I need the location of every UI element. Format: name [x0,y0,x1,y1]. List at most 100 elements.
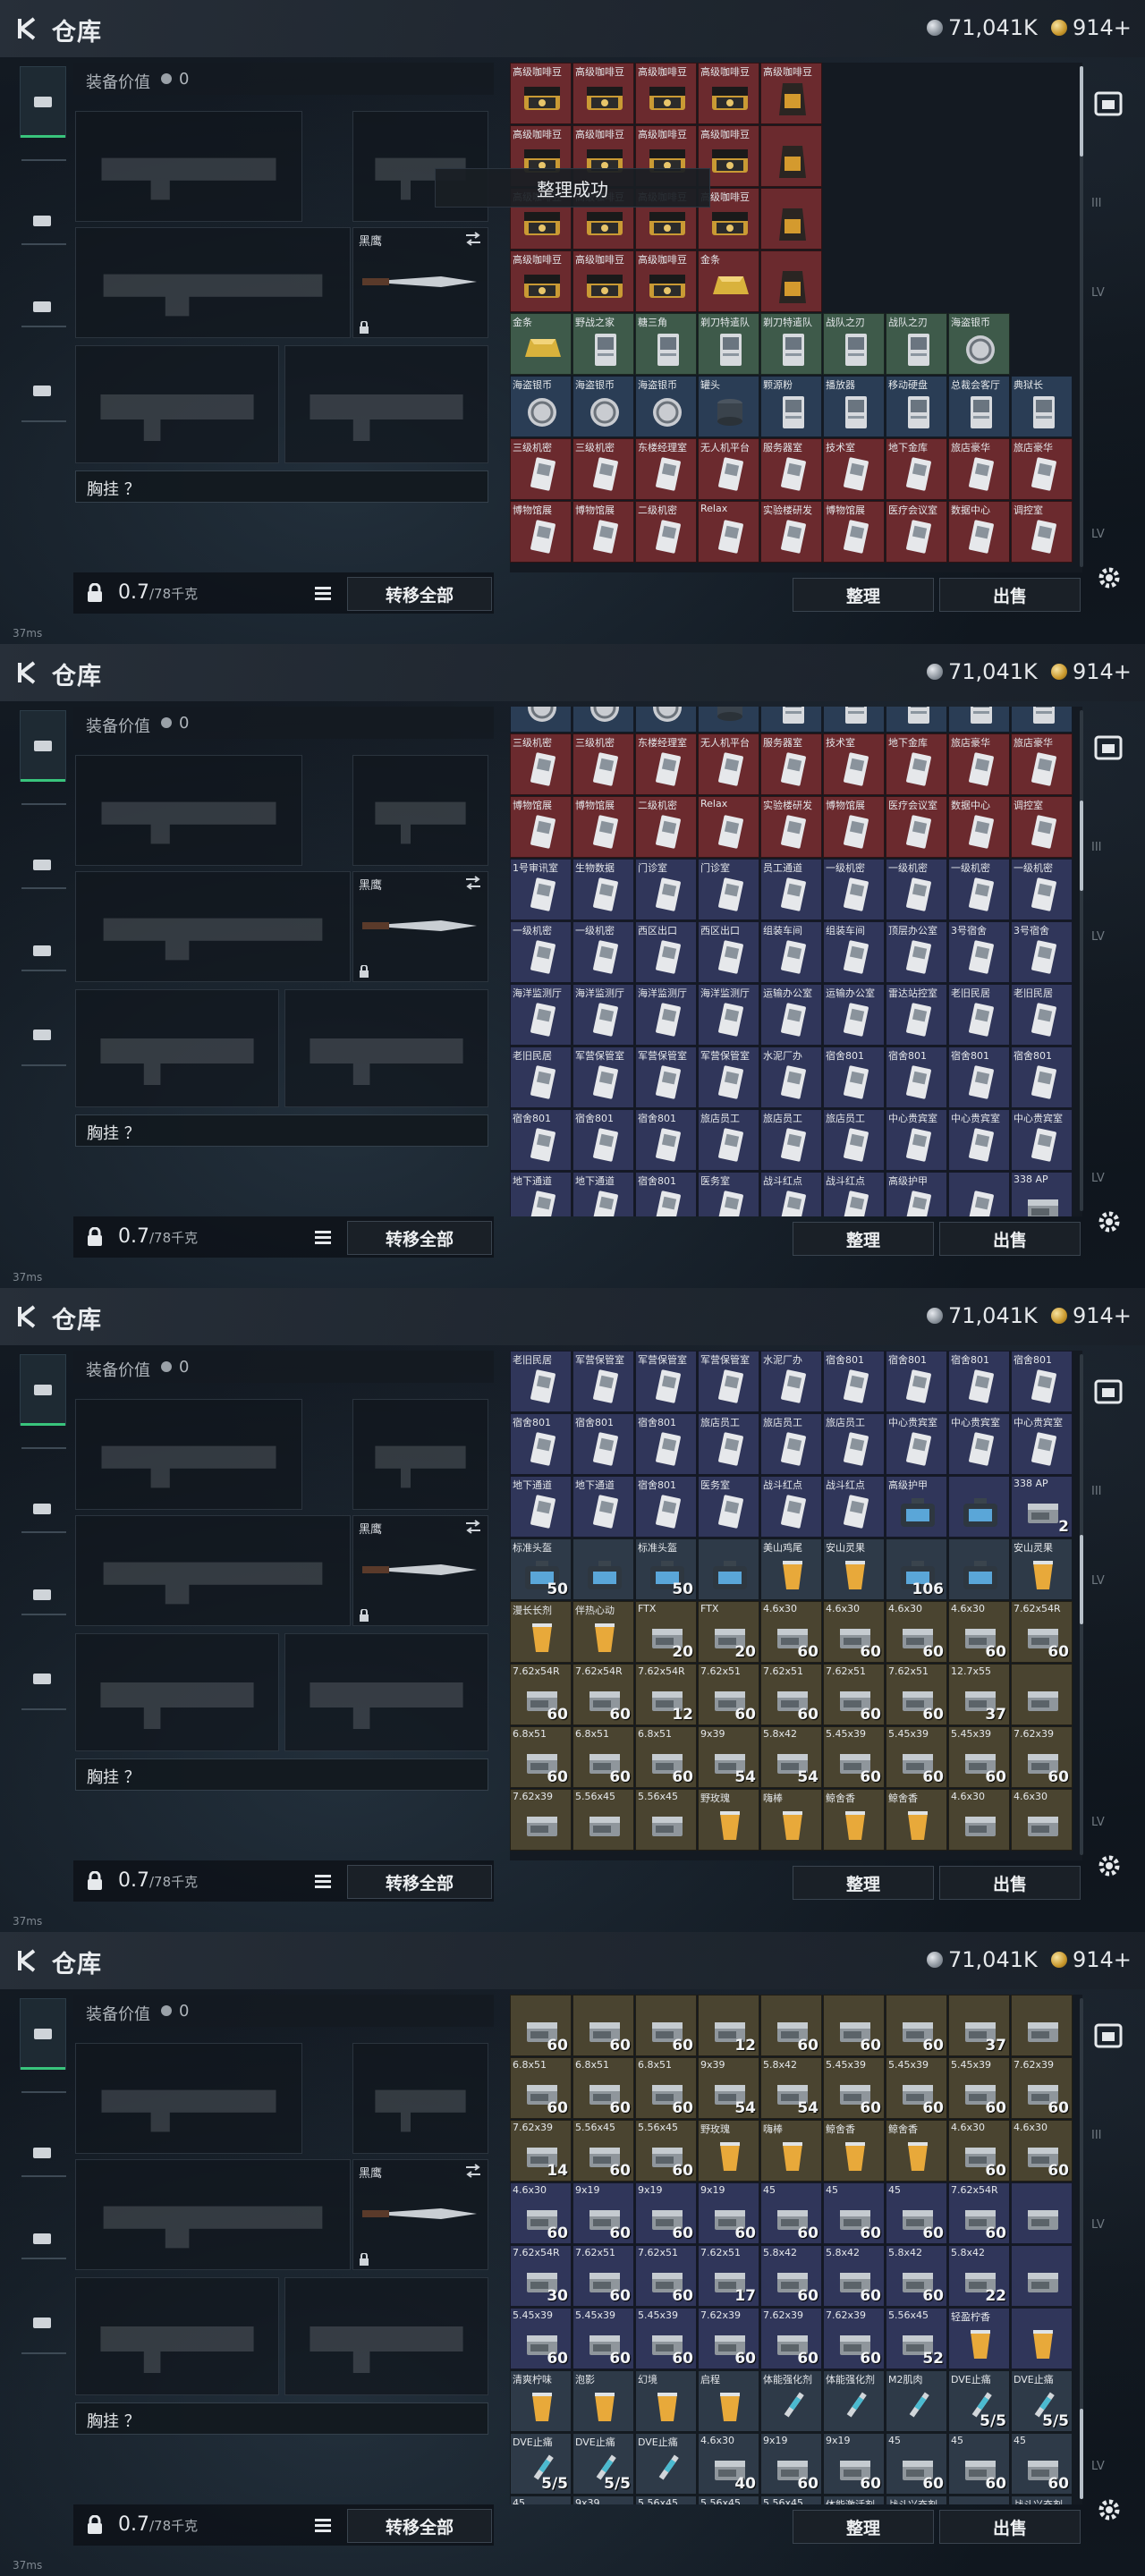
armor-slot[interactable] [284,989,488,1107]
inventory-item[interactable]: 无人机平台 [698,733,759,795]
inventory-item[interactable]: 6.8x51 60 [635,2057,697,2119]
inventory-item[interactable]: 数据中心 [948,501,1010,563]
inventory-item[interactable]: 二级机密 [635,796,697,858]
chest-rig-slot[interactable]: 胸挂 ？ [75,2402,488,2435]
inventory-item[interactable]: 海盗银币 [948,313,1010,375]
list-icon[interactable] [315,586,331,600]
gear-icon[interactable] [1097,565,1122,590]
grid-scrollbar[interactable] [1080,1354,1083,1855]
secondary-weapon-slot[interactable] [75,2159,351,2270]
inventory-item[interactable]: 中心贵宾室 [948,1109,1010,1171]
transfer-all-button[interactable]: 转移全部 [347,2509,492,2543]
inventory-item[interactable]: 医疗会议室 [886,796,947,858]
inventory-item[interactable]: 5.45x39 60 [823,1726,885,1788]
primary-weapon-slot[interactable] [75,2043,302,2154]
inventory-item[interactable]: 4.6x30 60 [948,2120,1010,2182]
inventory-item[interactable]: 中心贵宾室 [948,1413,1010,1475]
inventory-item[interactable]: 7.62x54R 60 [948,2182,1010,2244]
inventory-item[interactable]: 宿舍801 [1011,1351,1073,1412]
inventory-item[interactable]: 旅店员工 [698,1109,759,1171]
armor-slot[interactable] [284,1633,488,1751]
inventory-item[interactable]: 1号审讯室 [510,859,572,920]
inventory-item[interactable]: 顶层办公室 [886,921,947,983]
inventory-item[interactable]: 漫长长剂 [510,1601,572,1663]
inventory-item[interactable]: 老旧民居 [510,1351,572,1412]
inventory-item[interactable]: 5.45x39 60 [886,1726,947,1788]
grid-scroll-thumb[interactable] [1080,2409,1083,2499]
inventory-item[interactable]: 老旧民居 [948,984,1010,1046]
inventory-item[interactable]: 宿舍801 [572,1109,634,1171]
inventory-item[interactable]: 运输办公室 [823,984,885,1046]
inventory-item[interactable]: 海盗银币 [510,376,572,437]
sort-button[interactable]: 整理 [793,1866,934,1900]
inventory-item[interactable]: 6.8x51 60 [635,1726,697,1788]
inventory-item[interactable]: 宿舍801 [635,1413,697,1475]
inventory-item[interactable] [760,125,822,187]
sort-button[interactable]: 整理 [793,578,934,612]
inventory-item[interactable]: 海洋监测厅 [635,984,697,1046]
inventory-item[interactable]: 宿舍801 [635,1109,697,1171]
inventory-item[interactable]: 45 60 [948,2433,1010,2495]
inventory-item[interactable] [948,707,1010,733]
inventory-item[interactable]: 7.62x39 60 [823,2308,885,2369]
inventory-item[interactable]: 45 60 [886,2433,947,2495]
inventory-item[interactable]: 军营保管室 [635,1351,697,1412]
inventory-item[interactable]: 45 60 [760,2182,822,2244]
inventory-item[interactable]: 中心贵宾室 [1011,1109,1073,1171]
inventory-item[interactable]: 5.8x42 54 [760,1726,822,1788]
inventory-item[interactable]: 一级机密 [510,921,572,983]
inventory-item[interactable] [1011,707,1073,733]
inventory-item[interactable]: 7.62x51 60 [698,1664,759,1725]
grid-scrollbar[interactable] [1080,66,1083,567]
tab-armor[interactable] [20,186,64,256]
inventory-item[interactable]: FTX 20 [635,1601,697,1663]
transfer-all-button[interactable]: 转移全部 [347,1221,492,1255]
inventory-item[interactable]: 三级机密 [572,438,634,500]
sell-button[interactable]: 出售 [939,1866,1081,1900]
inventory-item[interactable]: DVE止痛 5/5 [948,2370,1010,2432]
inventory-item[interactable]: 军营保管室 [635,1046,697,1108]
inventory-item[interactable]: 军营保管室 [572,1351,634,1412]
inventory-item[interactable]: 数据中心 [948,796,1010,858]
pistol-slot[interactable] [352,2043,488,2154]
inventory-item[interactable]: 9x39 54 [698,1726,759,1788]
inventory-item[interactable]: 技术室 [823,438,885,500]
inventory-item[interactable]: 博物馆展 [510,796,572,858]
transfer-all-button[interactable]: 转移全部 [347,1865,492,1899]
inventory-item[interactable]: 中心贵宾室 [886,1109,947,1171]
tab-weapons[interactable] [20,710,66,782]
inventory-item[interactable]: 安山灵果 [823,1538,885,1600]
list-icon[interactable] [315,1230,331,1244]
inventory-item[interactable] [572,1538,634,1600]
inventory-item[interactable]: 338 AP 2 [1011,1476,1073,1538]
inventory-item[interactable]: 实验楼研发 [760,796,822,858]
inventory-item[interactable]: 60 [886,1995,947,2056]
back-arrow-icon[interactable] [14,1303,41,1330]
inventory-item[interactable]: 4.6x30 60 [948,1601,1010,1663]
gear-icon[interactable] [1097,1853,1122,1878]
inventory-item[interactable]: 旅店员工 [698,1413,759,1475]
inventory-item[interactable]: 4.6x30 60 [1011,2120,1073,2182]
inventory-item[interactable]: 7.62x54R 60 [510,1664,572,1725]
inventory-item[interactable]: 军营保管室 [698,1046,759,1108]
helmet-slot[interactable] [75,345,279,463]
inventory-item[interactable] [698,1538,759,1600]
inventory-item[interactable]: 4.6x30 [948,1789,1010,1851]
secondary-weapon-slot[interactable] [75,1515,351,1626]
inventory-item[interactable]: 45 60 [1011,2433,1073,2495]
tab-weapons[interactable] [20,1354,66,1426]
back-arrow-icon[interactable] [14,659,41,686]
inventory-item[interactable]: 5.8x42 60 [823,2245,885,2307]
inventory-item[interactable]: 一级机密 [823,859,885,920]
inventory-item[interactable]: 组装车间 [823,921,885,983]
swap-icon[interactable] [464,232,482,246]
inventory-item[interactable]: 60 [823,1995,885,2056]
inventory-item[interactable]: 老旧民居 [1011,984,1073,1046]
inventory-item[interactable]: 东楼经理室 [635,438,697,500]
inventory-item[interactable]: 3号宿舍 [1011,921,1073,983]
inventory-item[interactable]: 7.62x51 60 [760,1664,822,1725]
inventory-item[interactable]: 中心贵宾室 [886,1413,947,1475]
sort-button[interactable]: 整理 [793,2510,934,2544]
inventory-item[interactable]: 战队之刃 [886,313,947,375]
inventory-item[interactable]: 高级咖啡豆 [635,250,697,312]
